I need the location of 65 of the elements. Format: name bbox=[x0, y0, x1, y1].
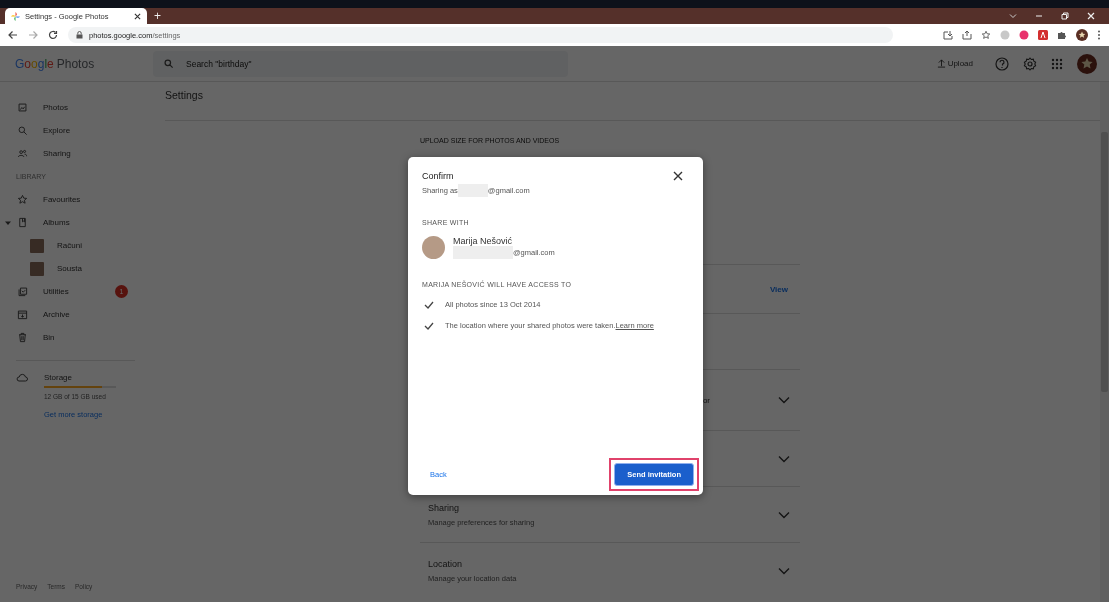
nav-item[interactable]: Explore bbox=[0, 119, 150, 142]
album-icon bbox=[17, 217, 28, 228]
album-item[interactable]: Računi bbox=[0, 234, 150, 257]
upload-button[interactable]: Upload bbox=[936, 59, 973, 68]
restore-icon[interactable] bbox=[1061, 12, 1069, 20]
account-avatar-icon[interactable] bbox=[1077, 53, 1097, 74]
apps-grid-icon[interactable] bbox=[1051, 57, 1063, 70]
chevron-down-icon[interactable] bbox=[1009, 12, 1017, 20]
nav-item[interactable]: Sharing bbox=[0, 142, 150, 165]
dialog-title: Confirm bbox=[422, 171, 454, 181]
bin-icon bbox=[17, 332, 28, 343]
chevron-down-icon[interactable] bbox=[778, 454, 790, 463]
install-icon[interactable] bbox=[943, 30, 953, 40]
utilities-icon bbox=[17, 286, 28, 297]
close-icon[interactable] bbox=[673, 171, 683, 181]
setting-title: Sharing bbox=[428, 502, 461, 513]
star-icon bbox=[17, 194, 28, 205]
star-icon[interactable] bbox=[981, 30, 991, 40]
nav-item[interactable]: Bin bbox=[0, 326, 150, 349]
chevron-down-icon[interactable] bbox=[778, 566, 790, 575]
pinwheel-icon bbox=[11, 11, 20, 21]
people-icon bbox=[17, 148, 28, 159]
pdf-extension-icon[interactable] bbox=[1038, 30, 1048, 40]
avatar bbox=[422, 236, 445, 259]
nav-item[interactable]: Favourites bbox=[0, 188, 150, 211]
nav-item[interactable]: Albums bbox=[0, 211, 150, 234]
help-icon[interactable] bbox=[995, 56, 1009, 71]
search-field[interactable]: Search "birthday" bbox=[153, 50, 568, 77]
view-link[interactable]: View bbox=[769, 284, 788, 294]
chevron-down-icon[interactable] bbox=[778, 510, 790, 519]
forward-arrow-icon[interactable] bbox=[28, 30, 38, 40]
setting-description: or bbox=[701, 395, 711, 405]
puzzle-icon[interactable] bbox=[1057, 30, 1067, 40]
album-thumbnail bbox=[30, 261, 44, 276]
checkmark-icon bbox=[424, 321, 434, 330]
product-name: Photos bbox=[56, 56, 95, 71]
settings-icon[interactable] bbox=[1023, 56, 1037, 71]
album-thumbnail bbox=[30, 238, 44, 253]
minimize-icon[interactable] bbox=[1035, 12, 1043, 20]
page-title: Settings bbox=[165, 82, 1100, 121]
checkmark-icon bbox=[424, 300, 434, 309]
archive-icon bbox=[17, 309, 28, 320]
upload-icon bbox=[936, 59, 946, 68]
app-logo[interactable]: Google Photos bbox=[0, 56, 153, 71]
chevron-down-icon[interactable] bbox=[778, 396, 790, 404]
logo-wordmark: Google bbox=[15, 56, 54, 71]
cloud-icon bbox=[16, 373, 28, 382]
close-icon[interactable] bbox=[134, 12, 141, 20]
search-icon bbox=[163, 58, 174, 69]
new-tab-button[interactable]: + bbox=[154, 8, 161, 24]
contact-name: Marija Nešović bbox=[453, 236, 513, 246]
search-icon bbox=[17, 125, 28, 136]
more-icon[interactable] bbox=[1097, 30, 1101, 40]
nav-item[interactable]: Photos bbox=[0, 96, 150, 119]
reload-icon[interactable] bbox=[48, 30, 58, 40]
album-item[interactable]: Sousta bbox=[0, 257, 150, 280]
storage-label: Storage bbox=[44, 373, 74, 382]
setting-title: Location bbox=[428, 558, 464, 569]
photo-icon bbox=[17, 102, 28, 113]
nav-item[interactable]: Archive bbox=[0, 303, 150, 326]
profile-avatar-icon[interactable] bbox=[1076, 29, 1088, 41]
lock-icon bbox=[76, 31, 83, 39]
share-icon[interactable] bbox=[962, 30, 972, 40]
caret-icon[interactable] bbox=[5, 220, 11, 226]
back-arrow-icon[interactable] bbox=[8, 30, 18, 40]
